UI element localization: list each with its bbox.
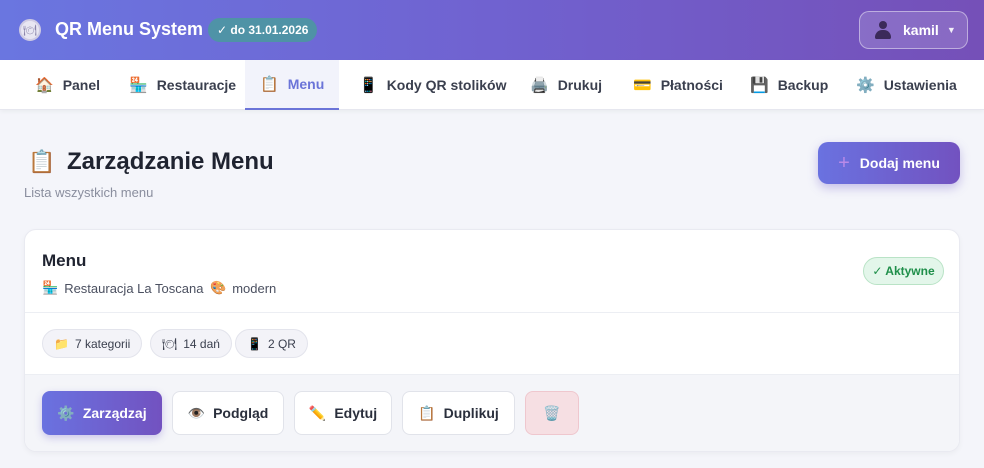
plus-icon: + bbox=[838, 152, 850, 174]
store-icon: 🏪 bbox=[129, 77, 148, 94]
qr-count: 📱 2 QR bbox=[235, 329, 308, 358]
plate-icon: 🍽 bbox=[19, 19, 41, 41]
phone-icon: 📱 bbox=[247, 336, 262, 351]
plate-icon: 🍽 bbox=[162, 336, 178, 351]
license-badge: ✓ do 31.01.2026 bbox=[208, 18, 318, 42]
duplicate-button[interactable]: 📋 Duplikuj bbox=[402, 391, 515, 435]
nav-item-label: Panel bbox=[62, 77, 101, 93]
stat-label: 14 dań bbox=[183, 336, 220, 351]
trash-icon: 🗑️ bbox=[543, 404, 561, 421]
nav-item-panel[interactable]: 🏠 Panel bbox=[35, 60, 100, 110]
stat-label: 2 QR bbox=[267, 336, 296, 351]
add-menu-button[interactable]: + Dodaj menu bbox=[818, 142, 960, 184]
chevron-down-icon: ▼ bbox=[946, 25, 956, 35]
stat-label: 7 kategorii bbox=[74, 336, 131, 351]
folder-icon: 📁 bbox=[54, 336, 69, 351]
gear-icon: ⚙️ bbox=[856, 77, 875, 94]
add-menu-label: Dodaj menu bbox=[859, 155, 940, 171]
nav-item-drukuj[interactable]: 🖨️ Drukuj bbox=[530, 60, 602, 110]
nav-item-restauracje[interactable]: 🏪 Restauracje bbox=[129, 60, 236, 110]
credit-card-icon: 💳 bbox=[633, 77, 652, 94]
page-title: Zarządzanie Menu bbox=[67, 148, 274, 175]
edit-label: Edytuj bbox=[334, 405, 378, 421]
menu-restaurant: 🏪 Restauracja La Toscana bbox=[42, 280, 203, 296]
menu-card: Menu 🏪 Restauracja La Toscana 🎨 modern ✓… bbox=[24, 229, 960, 452]
duplicate-label: Duplikuj bbox=[443, 405, 499, 421]
user-icon bbox=[875, 21, 891, 39]
edit-button[interactable]: ✏️ Edytuj bbox=[294, 391, 392, 435]
gear-icon: ⚙️ bbox=[57, 404, 75, 421]
dishes-count: 🍽 14 dań bbox=[150, 329, 232, 358]
manage-button[interactable]: ⚙️ Zarządzaj bbox=[42, 391, 162, 435]
preview-label: Podgląd bbox=[213, 405, 269, 421]
printer-icon: 🖨️ bbox=[530, 77, 549, 94]
page-subtitle: Lista wszystkich menu bbox=[24, 185, 154, 200]
categories-count: 📁 7 kategorii bbox=[42, 329, 143, 358]
manage-label: Zarządzaj bbox=[82, 405, 147, 421]
menu-card-actions: ⚙️ Zarządzaj 👁️ Podgląd ✏️ Edytuj 📋 Dupl… bbox=[25, 375, 959, 451]
home-icon: 🏠 bbox=[35, 77, 54, 94]
eye-icon: 👁️ bbox=[187, 404, 206, 421]
preview-button[interactable]: 👁️ Podgląd bbox=[172, 391, 284, 435]
menu-theme: 🎨 modern bbox=[210, 280, 276, 296]
clipboard-icon: 📋 bbox=[418, 404, 436, 421]
pencil-icon: ✏️ bbox=[308, 404, 327, 421]
nav-item-platnosci[interactable]: 💳 Płatności bbox=[633, 60, 723, 110]
menu-card-title: Menu bbox=[42, 251, 87, 270]
nav-item-ustawienia[interactable]: ⚙️ Ustawienia bbox=[856, 60, 957, 110]
clipboard-icon: 📋 bbox=[28, 149, 56, 174]
delete-button[interactable]: 🗑️ bbox=[525, 391, 579, 435]
clipboard-icon: 📋 bbox=[260, 76, 279, 93]
menu-card-header: Menu 🏪 Restauracja La Toscana 🎨 modern ✓… bbox=[25, 230, 959, 313]
store-icon: 🏪 bbox=[42, 280, 59, 295]
nav-item-label: Ustawienia bbox=[883, 77, 957, 93]
phone-icon: 📱 bbox=[359, 77, 378, 94]
theme-name: modern bbox=[232, 280, 277, 296]
nav-item-label: Restauracje bbox=[156, 77, 237, 93]
nav-item-backup[interactable]: 💾 Backup bbox=[750, 60, 828, 110]
status-badge: ✓ Aktywne bbox=[863, 257, 944, 285]
top-bar: 🍽 QR Menu System ✓ do 31.01.2026 kamil ▼ bbox=[0, 0, 984, 60]
nav-item-label: Backup bbox=[777, 77, 829, 93]
app-title: QR Menu System bbox=[55, 19, 204, 39]
user-menu-button[interactable]: kamil ▼ bbox=[859, 11, 968, 49]
user-name: kamil bbox=[903, 22, 939, 38]
palette-icon: 🎨 bbox=[210, 280, 227, 295]
nav-item-label: Menu bbox=[287, 76, 325, 92]
restaurant-name: Restauracja La Toscana bbox=[64, 280, 204, 296]
floppy-disk-icon: 💾 bbox=[750, 77, 769, 94]
nav-item-label: Drukuj bbox=[557, 77, 603, 93]
menu-card-stats: 📁 7 kategorii 🍽 14 dań 📱 2 QR bbox=[25, 313, 959, 375]
nav-item-label: Płatności bbox=[660, 77, 723, 93]
nav-item-label: Kody QR stolików bbox=[386, 77, 507, 93]
nav-item-menu[interactable]: 📋 Menu bbox=[245, 60, 340, 110]
main-nav: 🏠 Panel 🏪 Restauracje 📋 Menu 📱 Kody QR s… bbox=[0, 60, 984, 110]
nav-item-kody-qr[interactable]: 📱 Kody QR stolików bbox=[359, 60, 506, 110]
